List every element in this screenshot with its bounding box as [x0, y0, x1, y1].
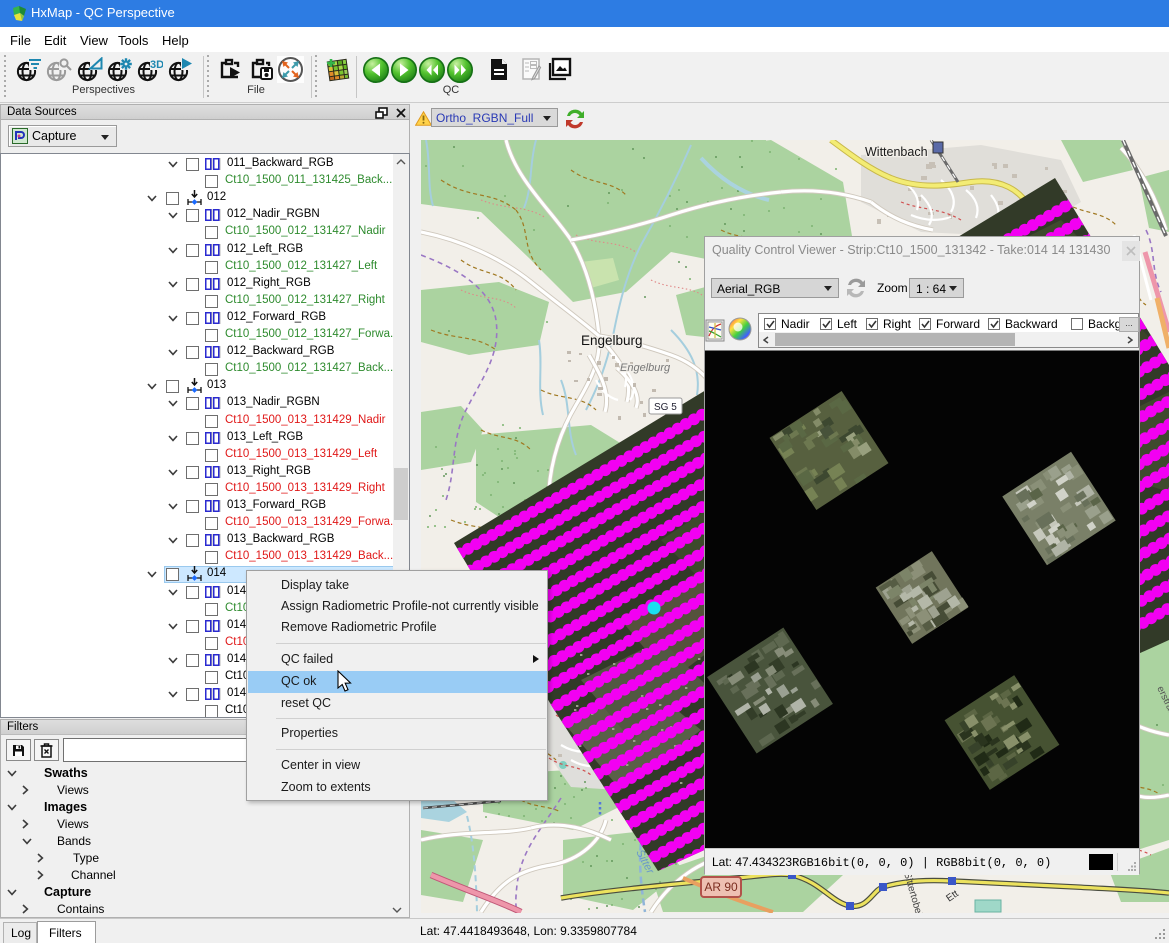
- svg-text:Engelburg: Engelburg: [581, 333, 643, 348]
- svg-text:SG 5: SG 5: [654, 402, 677, 413]
- svg-text:3D: 3D: [150, 59, 163, 71]
- svg-text:Engelburg: Engelburg: [620, 362, 671, 374]
- svg-text:Wittenbach: Wittenbach: [865, 145, 928, 159]
